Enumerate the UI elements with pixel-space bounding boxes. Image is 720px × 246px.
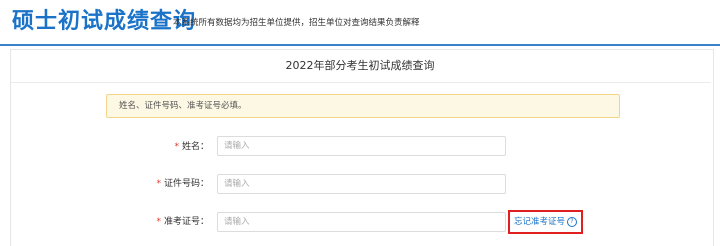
id-number-label-text: 证件号码： bbox=[163, 179, 209, 189]
required-mark: * bbox=[174, 142, 179, 152]
required-mark: * bbox=[156, 179, 161, 189]
name-label-text: 姓名： bbox=[181, 142, 209, 152]
panel-title: 2022年部分考生初试成绩查询 bbox=[285, 59, 435, 72]
exam-number-label-text: 准考证号： bbox=[163, 217, 209, 227]
required-mark: * bbox=[156, 217, 161, 227]
exam-number-label: * 准考证号： bbox=[69, 215, 209, 229]
help-icon: ? bbox=[567, 217, 577, 227]
forgot-exam-number-link[interactable]: 忘记准考证号? bbox=[508, 210, 583, 234]
panel-divider bbox=[11, 82, 711, 83]
name-input[interactable] bbox=[217, 136, 506, 156]
exam-number-input[interactable] bbox=[217, 212, 506, 232]
forgot-link-text: 忘记准考证号 bbox=[513, 217, 565, 227]
page-header: 硕士初试成绩查询 本系统所有数据均为招生单位提供，招生单位对查询结果负责解释 bbox=[0, 0, 720, 44]
page-title: 硕士初试成绩查询 bbox=[12, 9, 197, 34]
notice-text: 姓名、证件号码、准考证号必填。 bbox=[119, 101, 247, 111]
id-number-label: * 证件号码： bbox=[69, 177, 209, 191]
name-label: * 姓名： bbox=[69, 140, 209, 154]
id-number-input[interactable] bbox=[217, 174, 506, 194]
header-divider bbox=[0, 44, 720, 46]
page-subtitle: 本系统所有数据均为招生单位提供，招生单位对查询结果负责解释 bbox=[173, 18, 420, 28]
required-fields-notice: 姓名、证件号码、准考证号必填。 bbox=[106, 94, 620, 118]
